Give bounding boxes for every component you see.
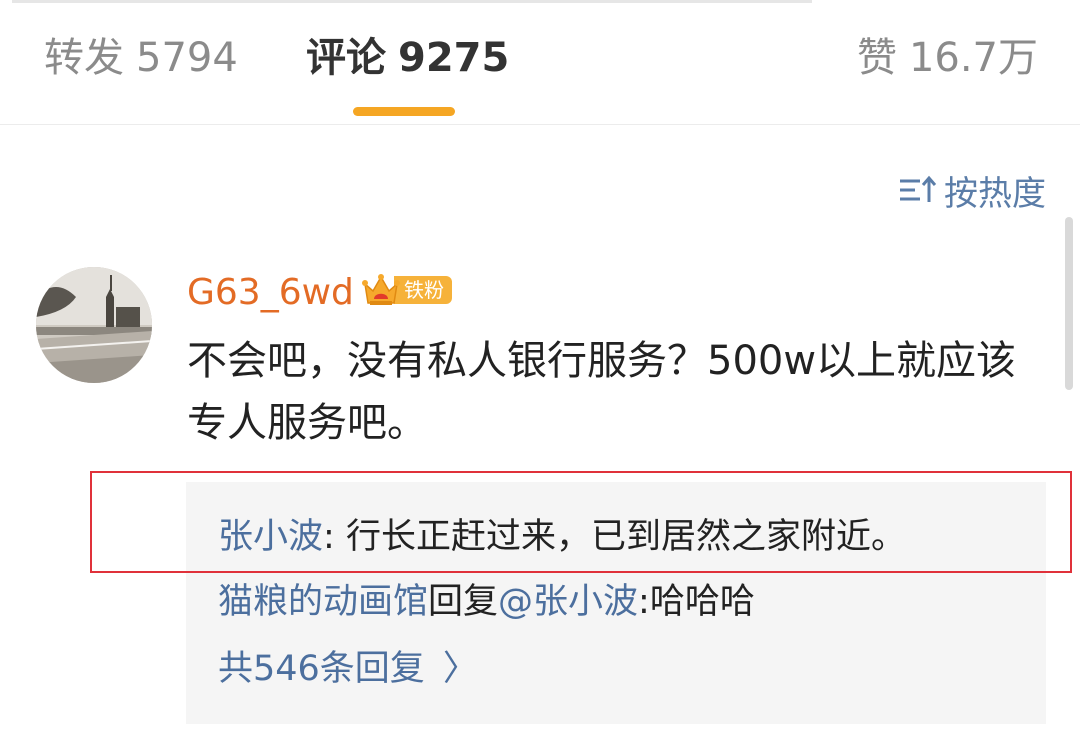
sort-icon: [900, 175, 937, 202]
fan-badge[interactable]: 铁粉: [362, 272, 454, 308]
reply-mention[interactable]: @张小波: [498, 582, 638, 622]
scrollbar[interactable]: [1065, 217, 1073, 390]
reply-author[interactable]: 猫粮的动画馆: [218, 582, 428, 622]
comment-screen: 转发 5794 评论 9275 赞 16.7万 按热度 G63_6wd 铁粉 不…: [0, 0, 1080, 735]
tab-like[interactable]: 赞 16.7万: [857, 30, 1038, 86]
tab-bar: 转发 5794 评论 9275 赞 16.7万: [0, 0, 1080, 125]
sort-button[interactable]: 按热度: [898, 168, 1046, 214]
tab-repost-count: 5794: [136, 35, 238, 81]
sort-label: 按热度: [944, 173, 1046, 214]
tab-repost[interactable]: 转发 5794: [44, 30, 238, 86]
active-tab-indicator: [353, 107, 455, 116]
crown-icon: [362, 274, 400, 305]
more-replies-link[interactable]: 共546条回复〉: [218, 644, 478, 694]
reply-item[interactable]: 猫粮的动画馆回复@张小波:哈哈哈: [218, 577, 755, 627]
chevron-right-icon: 〉: [442, 649, 478, 689]
highlight-annotation: [90, 471, 1072, 573]
tab-comment-label: 评论: [306, 35, 386, 81]
reply-separator: :: [638, 582, 650, 622]
tab-repost-label: 转发: [44, 35, 124, 81]
tab-like-count: 16.7万: [908, 35, 1038, 81]
tab-like-label: 赞: [856, 35, 897, 81]
fan-badge-label: 铁粉: [394, 276, 452, 304]
avatar-image: [36, 267, 152, 383]
more-replies-label: 共546条回复: [218, 649, 425, 689]
avatar[interactable]: [36, 267, 152, 383]
comment-username[interactable]: G63_6wd: [187, 268, 354, 318]
reply-action: 回复: [428, 582, 499, 622]
tab-comment[interactable]: 评论 9275: [306, 30, 509, 86]
reply-text: 哈哈哈: [649, 582, 755, 622]
comment-text: 不会吧，没有私人银行服务？500w以上就应该专人服务吧。: [187, 338, 1017, 446]
tab-comment-count: 9275: [398, 35, 510, 81]
